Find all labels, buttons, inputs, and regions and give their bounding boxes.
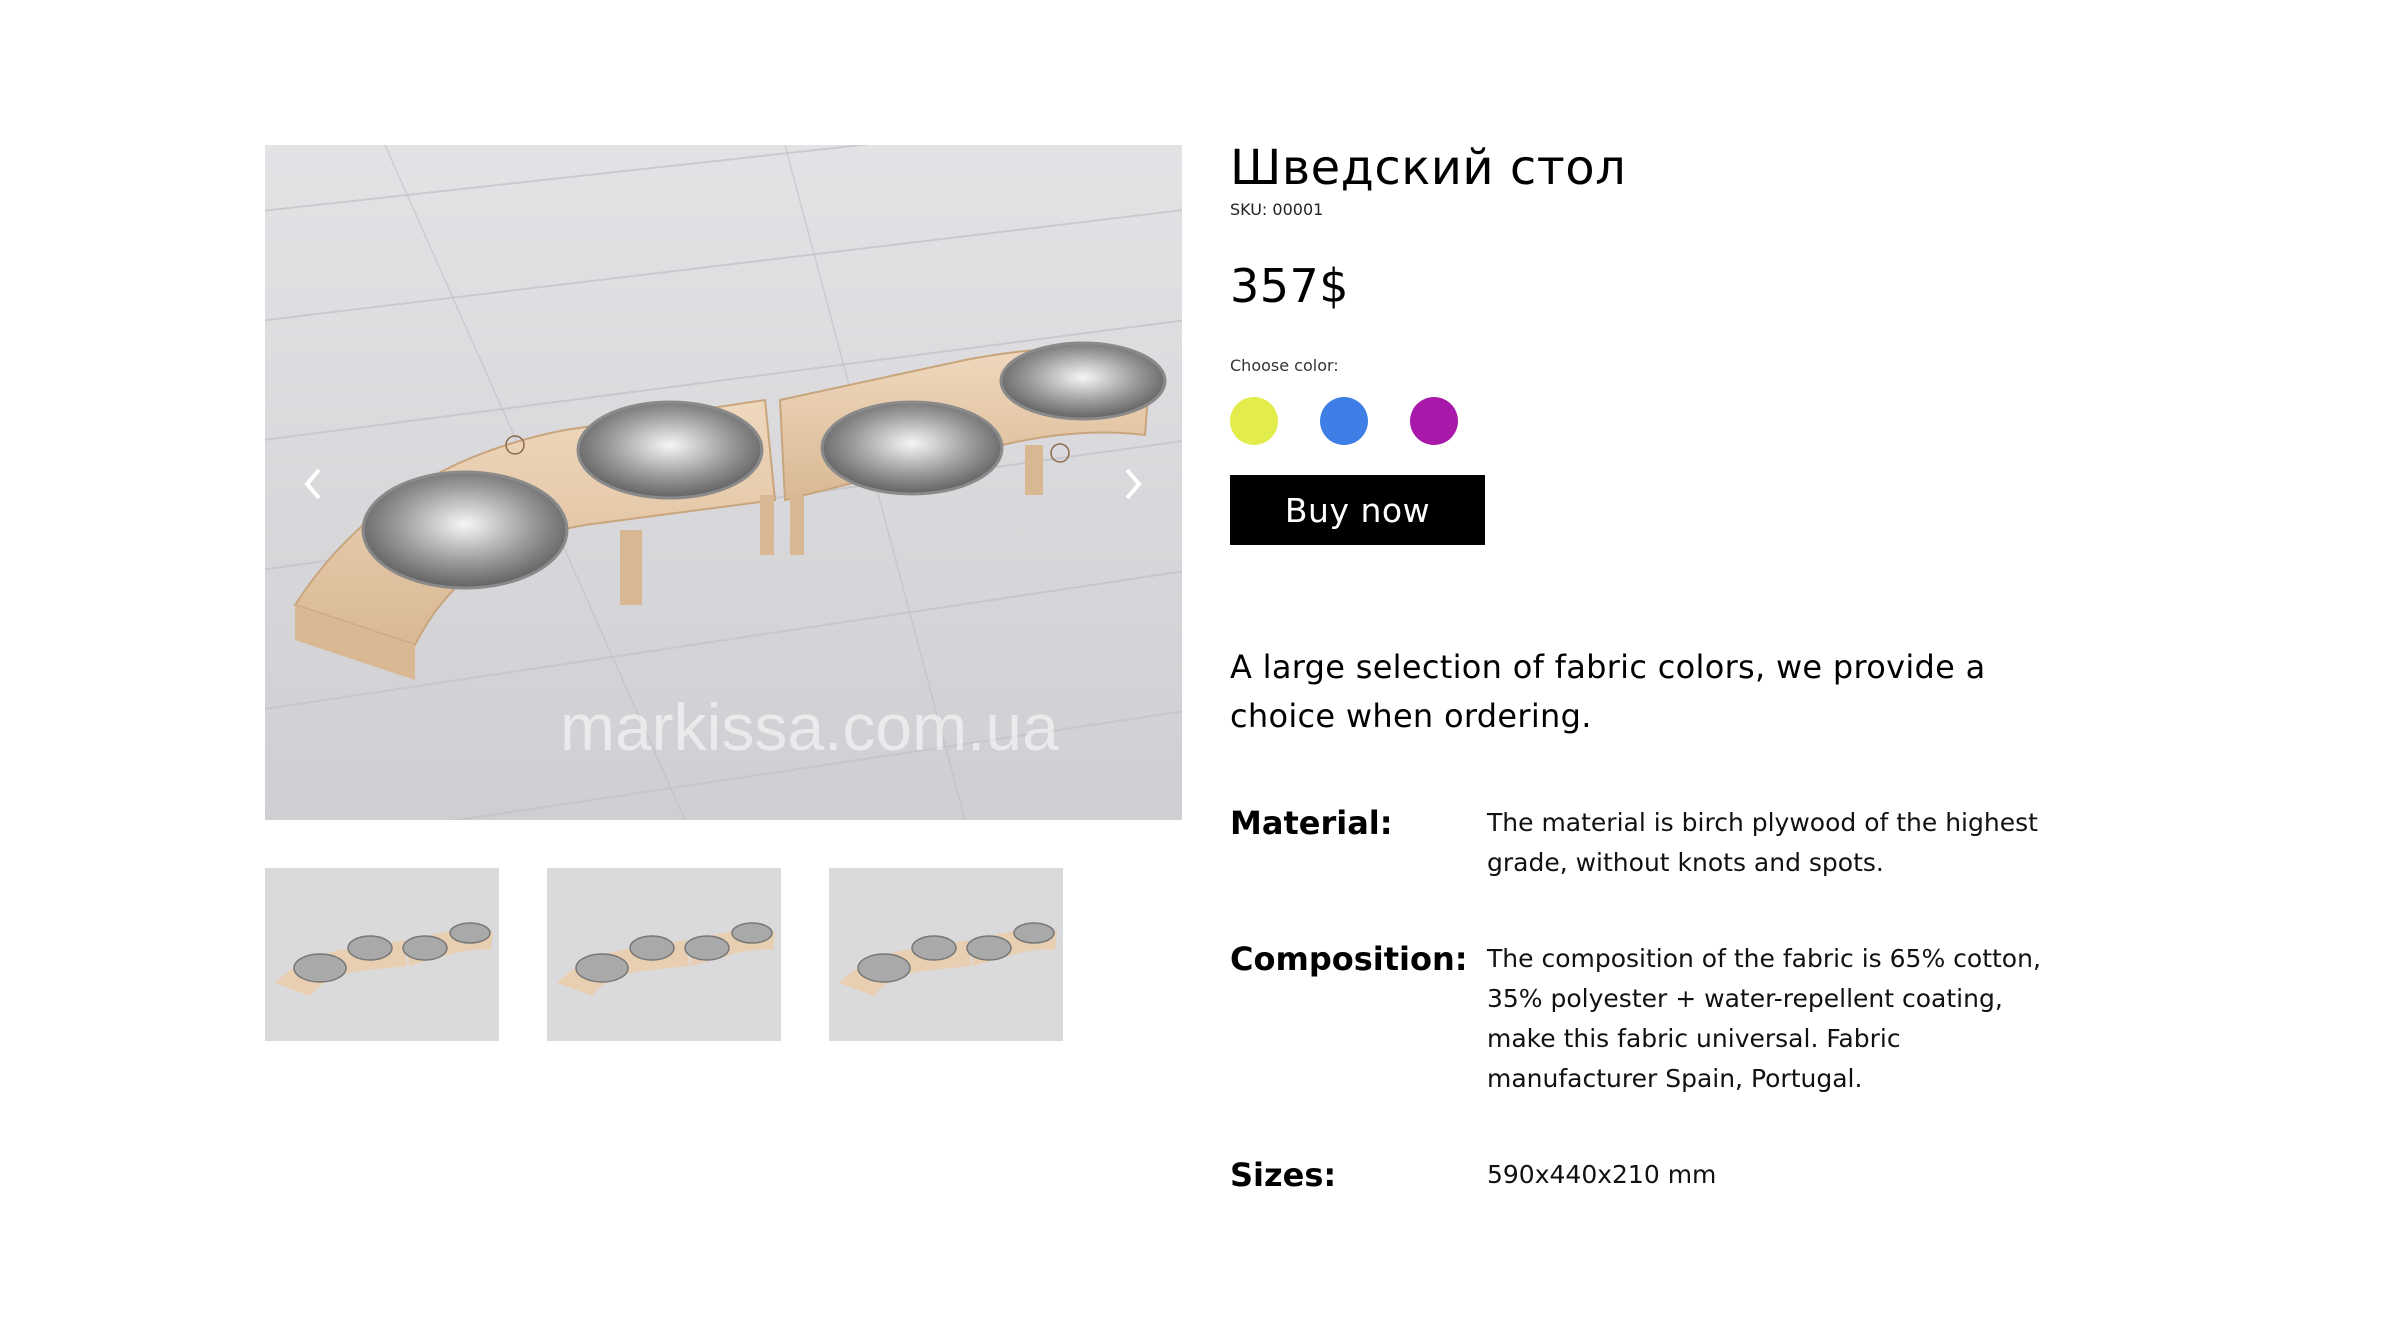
next-image-button[interactable]: [1111, 462, 1155, 506]
thumbnail-2[interactable]: [547, 868, 781, 1041]
product-info: Шведский стол SKU: 00001 357$ Choose col…: [1230, 138, 2070, 1251]
spec-label: Sizes:: [1230, 1156, 1337, 1194]
spec-label: Composition:: [1230, 940, 1468, 978]
previous-image-button[interactable]: [291, 462, 335, 506]
color-swatch-yellow[interactable]: [1230, 397, 1278, 445]
product-page: markissa.com.ua Шведский стол SKU: 00001…: [0, 0, 2400, 1324]
spec-value: The material is birch plywood of the hig…: [1487, 808, 2038, 877]
spec-row-material: Material: The material is birch plywood …: [1230, 803, 2070, 883]
thumbnail-strip: [265, 868, 1063, 1041]
spec-value: The composition of the fabric is 65% cot…: [1487, 944, 2041, 1093]
spec-row-composition: Composition: The composition of the fabr…: [1230, 939, 2070, 1099]
product-description: A large selection of fabric colors, we p…: [1230, 648, 1986, 735]
spec-label: Material:: [1230, 804, 1393, 842]
product-specs: Material: The material is birch plywood …: [1230, 803, 2070, 1195]
thumbnail-1[interactable]: [265, 868, 499, 1041]
choose-color-label: Choose color:: [1230, 356, 1339, 375]
chevron-right-icon: [1125, 468, 1142, 500]
product-price: 357$: [1230, 259, 1350, 313]
main-product-image: markissa.com.ua: [265, 145, 1182, 820]
thumbnail-3[interactable]: [829, 868, 1063, 1041]
product-title: Шведский стол: [1230, 140, 1627, 196]
buy-now-button[interactable]: Buy now: [1230, 475, 1485, 545]
color-swatch-purple[interactable]: [1410, 397, 1458, 445]
color-swatch-blue[interactable]: [1320, 397, 1368, 445]
color-swatches: [1230, 397, 2070, 445]
chevron-left-icon: [304, 468, 321, 500]
spec-row-sizes: Sizes: 590x440x210 mm: [1230, 1155, 2070, 1195]
spec-value: 590x440x210 mm: [1487, 1160, 1717, 1189]
watermark-text: markissa.com.ua: [560, 690, 1059, 764]
product-sku: SKU: 00001: [1230, 200, 1324, 219]
